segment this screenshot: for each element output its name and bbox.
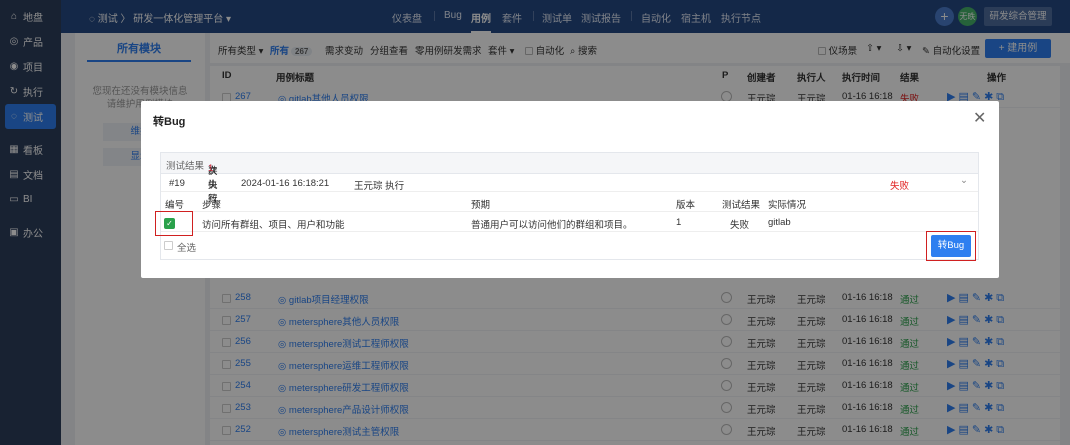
close-icon[interactable]: ✕ <box>973 108 986 128</box>
step-version: 1 <box>676 217 682 228</box>
select-all-label[interactable]: 全选 <box>177 240 196 254</box>
run-result: 失败 <box>890 181 910 192</box>
dialog-title: 转Bug <box>153 116 186 128</box>
checkbox-highlight-box <box>155 211 193 236</box>
step-header: 编号 步骤 预期 版本 测试结果 实际情况 <box>161 192 978 212</box>
result-summary: 测试结果 共执行 1 次 失败 1 次 <box>161 153 978 205</box>
step-text: 访问所有群组、项目、用户和功能 <box>202 220 345 231</box>
run-row[interactable]: #19 2024-01-16 16:18:21 王元琮 执行 失败 ⌄ <box>161 174 978 192</box>
run-id: #19 <box>169 178 185 189</box>
step-row[interactable]: 访问所有群组、项目、用户和功能 普通用户可以访问他们的群组和项目。 1 失败 g… <box>161 212 978 232</box>
col-expect: 预期 <box>471 200 491 211</box>
col-actual: 实际情况 <box>768 200 807 211</box>
col-step: 步骤 <box>202 200 222 211</box>
step-result: 失败 <box>730 220 750 231</box>
col-version: 版本 <box>676 200 696 211</box>
col-step-result: 测试结果 <box>722 200 761 211</box>
chevron-down-icon[interactable]: ⌄ <box>960 175 968 186</box>
run-time: 2024-01-16 16:18:21 <box>241 178 330 189</box>
summary-label: 测试结果 <box>166 161 205 172</box>
step-expect: 普通用户可以访问他们的群组和项目。 <box>471 220 633 231</box>
select-all-checkbox[interactable] <box>164 241 173 250</box>
to-bug-dialog: 转Bug ✕ 测试结果 共执行 1 次 失败 1 次 #19 2024-01-16 16… <box>141 101 999 278</box>
run-executor: 王元琮 执行 <box>354 181 405 192</box>
col-no: 编号 <box>165 200 185 211</box>
test-result-box: 测试结果 共执行 1 次 失败 1 次 #19 2024-01-16 16:18:21 … <box>160 152 979 260</box>
button-highlight-box <box>926 231 976 261</box>
step-actual: gitlab <box>768 217 791 228</box>
